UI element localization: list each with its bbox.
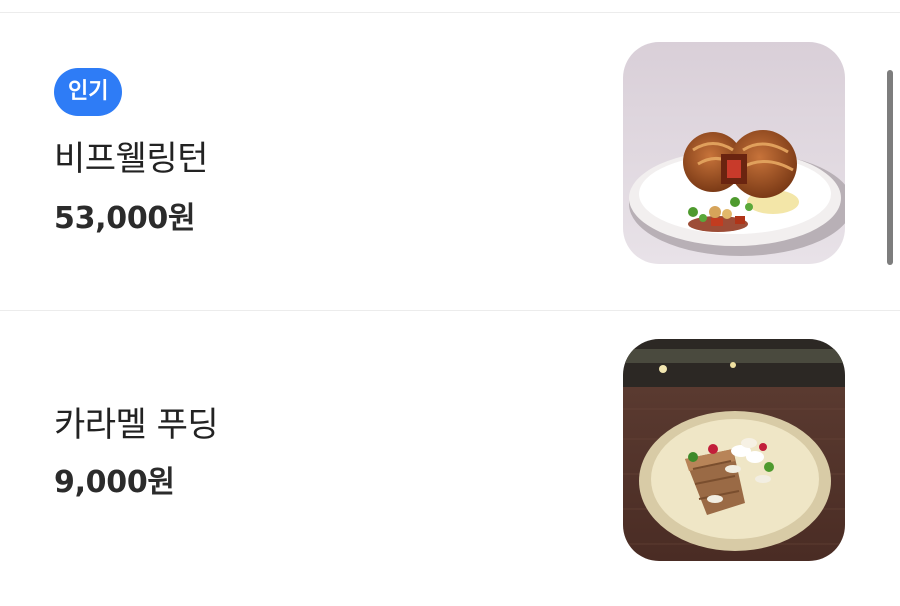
menu-item-name: 카라멜 푸딩: [54, 405, 219, 445]
menu-item-beef-wellington[interactable]: 인기 비프웰링턴 53,000원: [0, 13, 900, 310]
beef-wellington-photo-icon: [623, 42, 845, 264]
menu-list-screen: 인기 비프웰링턴 53,000원 카라멜 푸딩 9,000원: [0, 0, 900, 606]
menu-item-image: [623, 339, 845, 561]
menu-item-price: 9,000원: [54, 465, 175, 500]
menu-item-image: [623, 42, 845, 264]
popular-badge: 인기: [54, 68, 123, 116]
caramel-pudding-photo-icon: [623, 339, 845, 561]
scrollbar[interactable]: [887, 70, 893, 265]
menu-item-caramel-pudding[interactable]: 카라멜 푸딩 9,000원: [0, 311, 900, 606]
menu-item-price: 53,000원: [54, 201, 196, 236]
menu-item-name: 비프웰링턴: [54, 139, 208, 179]
